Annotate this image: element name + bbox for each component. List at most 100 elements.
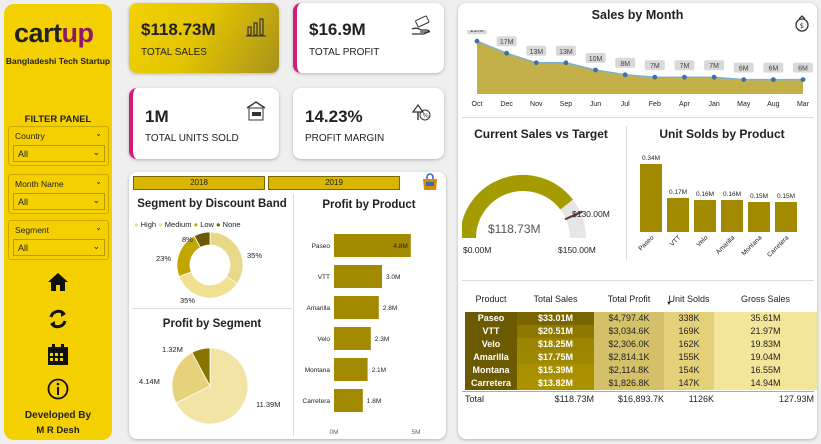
year-button-2018[interactable]: 2018 (133, 176, 265, 190)
table-cell: $1,826.8K (594, 377, 664, 390)
chevron-down-icon[interactable]: ⌄ (95, 177, 102, 186)
kpi-profit-margin: 14.23% PROFIT MARGIN % (293, 88, 444, 159)
table-total-divider (462, 391, 814, 392)
kpi-label: TOTAL UNITS SOLD (145, 133, 239, 144)
gauge-max: $150.00M (558, 245, 596, 255)
units-product-chart: 0.34M Paseo 0.17M VTT 0.16M Velo 0.16M Amarilla… (637, 155, 797, 259)
table-cell: 154K (664, 364, 714, 377)
calendar-icon[interactable] (45, 342, 71, 368)
slicer-label: Segment (15, 225, 50, 235)
bar-label: 0.17M (669, 189, 687, 196)
country-dropdown[interactable]: All ⌄ (13, 145, 105, 162)
data-label: 22M (470, 30, 484, 34)
table-cell: $3,034.6K (594, 325, 664, 338)
sales-month-area-chart: 22M Oct 17M Dec 13M Nov 13M Sep 10M Jun 8M Jul 7M Feb… (467, 30, 813, 108)
shopping-bag-icon[interactable] (421, 173, 439, 191)
table-cell-product: Paseo (465, 312, 517, 325)
y-tick-label: Carretera (303, 398, 331, 405)
table-cell: 155K (664, 351, 714, 364)
table-cell: 21.97M (714, 325, 817, 338)
developer-name: M R Desh (36, 425, 80, 436)
table-cell-product: Montana (465, 364, 517, 377)
segment-dropdown[interactable]: All ⌄ (13, 239, 105, 256)
x-tick-label: May (737, 101, 751, 108)
bar-label: 2.1M (372, 367, 386, 374)
money-hand-icon (411, 15, 431, 35)
data-label: 7M (650, 63, 660, 70)
gauge-target: $130.00M (572, 209, 610, 219)
data-label: 17M (500, 39, 514, 46)
y-tick-label: Paseo (312, 243, 331, 250)
table-cell: $13.82M (517, 377, 594, 390)
x-tick-label: Amarilla (715, 234, 737, 256)
table-cell: 35.61M (714, 312, 817, 325)
x-tick-label: 0M (329, 429, 338, 436)
data-point (533, 60, 539, 66)
x-tick-label: Dec (500, 101, 513, 108)
chevron-down-icon: ⌄ (92, 241, 100, 251)
chevron-down-icon: ⌄ (92, 195, 100, 205)
refresh-icon[interactable] (45, 306, 71, 332)
legend-item: ● Medium (158, 220, 192, 229)
table-total: 1126K (688, 394, 714, 404)
data-point (741, 77, 747, 82)
table-cell: $2,306.0K (594, 338, 664, 351)
table-header: Total Sales (533, 294, 578, 304)
table-cell: 14.94M (714, 377, 817, 390)
data-label: 6M (798, 66, 808, 73)
kpi-value: 14.23% (305, 107, 363, 126)
data-label: 6M (768, 66, 778, 73)
month-dropdown[interactable]: All ⌄ (13, 193, 105, 210)
x-tick-label: Jan (708, 101, 719, 108)
divider (626, 126, 627, 260)
table-cell-product: Amarilla (465, 351, 517, 364)
x-tick-label: Jul (621, 101, 630, 108)
area-fill (477, 41, 803, 94)
pie-label: 1.32M (162, 345, 183, 354)
data-point (652, 74, 658, 80)
sort-arrow-icon[interactable]: ▼ (666, 301, 672, 307)
data-point (474, 38, 480, 44)
bar (334, 389, 363, 412)
data-point (504, 50, 510, 56)
bar-label: 0.15M (777, 193, 795, 200)
data-point (682, 74, 687, 80)
sales-month-title: Sales by Month (591, 8, 684, 22)
chevron-down-icon[interactable]: ⌄ (95, 223, 102, 232)
bar (775, 202, 797, 232)
bar (334, 296, 379, 319)
year-button-2019[interactable]: 2019 (268, 176, 400, 190)
data-label: 7M (680, 63, 690, 70)
chevron-down-icon[interactable]: ⌄ (95, 129, 102, 138)
chevron-down-icon: ⌄ (92, 147, 100, 157)
table-cell: 162K (664, 338, 714, 351)
data-point (711, 74, 717, 80)
country-slicer: Country ⌄ All ⌄ (8, 126, 109, 166)
info-icon[interactable] (45, 376, 71, 402)
bar-label: 4.8M (393, 243, 407, 250)
bar-label: 1.8M (367, 398, 381, 405)
shop-sold-icon (246, 101, 266, 121)
bar-label: 0.16M (696, 191, 714, 198)
data-point (770, 77, 776, 82)
kpi-label: TOTAL PROFIT (309, 47, 380, 58)
kpi-value: 1M (145, 107, 169, 126)
bar (694, 200, 716, 232)
table-cell-product: Velo (465, 338, 517, 351)
profit-segment-title: Profit by Segment (162, 318, 262, 330)
profit-product-chart: Paseo 4.8M VTT 3.0M Amarilla 2.8M Velo 2.3M Mont… (303, 234, 421, 436)
kpi-total-units: 1M TOTAL UNITS SOLD (129, 88, 279, 159)
slice-label: 8% (182, 235, 193, 244)
home-icon[interactable] (45, 269, 71, 295)
table-header: Product (475, 294, 507, 304)
bar (334, 358, 368, 381)
table-cell: $4,797.4K (594, 312, 664, 325)
units-product-title: Unit Solds by Product (659, 127, 785, 141)
data-label: 6M (739, 66, 749, 73)
month-slicer: Month Name ⌄ All ⌄ (8, 174, 109, 214)
kpi-total-profit: $16.9M TOTAL PROFIT (293, 3, 444, 73)
legend-item: ● Low (193, 220, 214, 229)
x-tick-label: Paseo (637, 234, 655, 252)
bar-label: 0.34M (642, 155, 660, 162)
legend-item: ● High (134, 220, 157, 229)
